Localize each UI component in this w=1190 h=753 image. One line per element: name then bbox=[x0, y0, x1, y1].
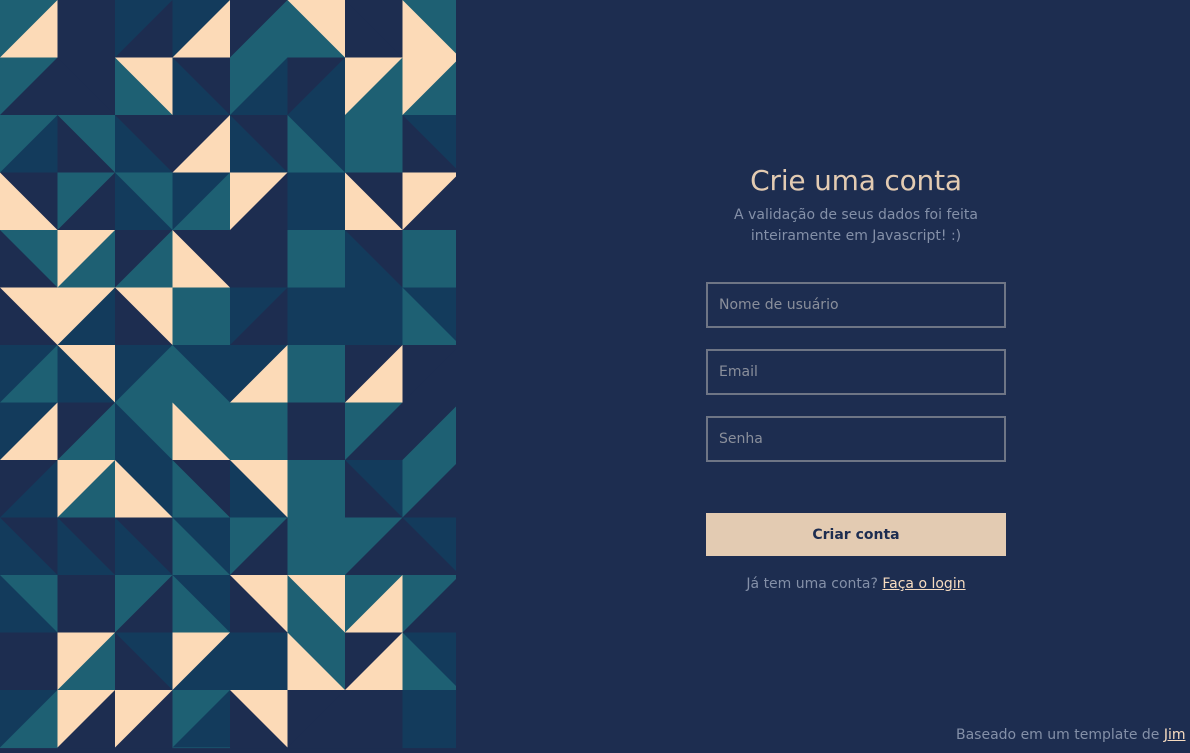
email-input[interactable] bbox=[706, 349, 1006, 395]
login-prompt-line: Já tem uma conta? Faça o login bbox=[686, 576, 1026, 592]
signup-page: Crie uma conta A validação de seus dados… bbox=[0, 0, 1190, 753]
login-link[interactable]: Faça o login bbox=[882, 576, 965, 592]
geometric-pattern-panel bbox=[0, 0, 456, 749]
footer-credit: Baseado em um template de Jim bbox=[956, 727, 1186, 743]
login-prompt-text: Já tem uma conta? bbox=[746, 576, 883, 592]
footer-author-link[interactable]: Jim bbox=[1164, 727, 1186, 743]
create-account-button[interactable]: Criar conta bbox=[706, 513, 1006, 556]
form-title: Crie uma conta bbox=[750, 164, 962, 197]
footer-text: Baseado em um template de bbox=[956, 727, 1164, 743]
password-input[interactable] bbox=[706, 416, 1006, 462]
form-subtitle: A validação de seus dados foi feita inte… bbox=[734, 207, 978, 244]
username-input[interactable] bbox=[706, 282, 1006, 328]
